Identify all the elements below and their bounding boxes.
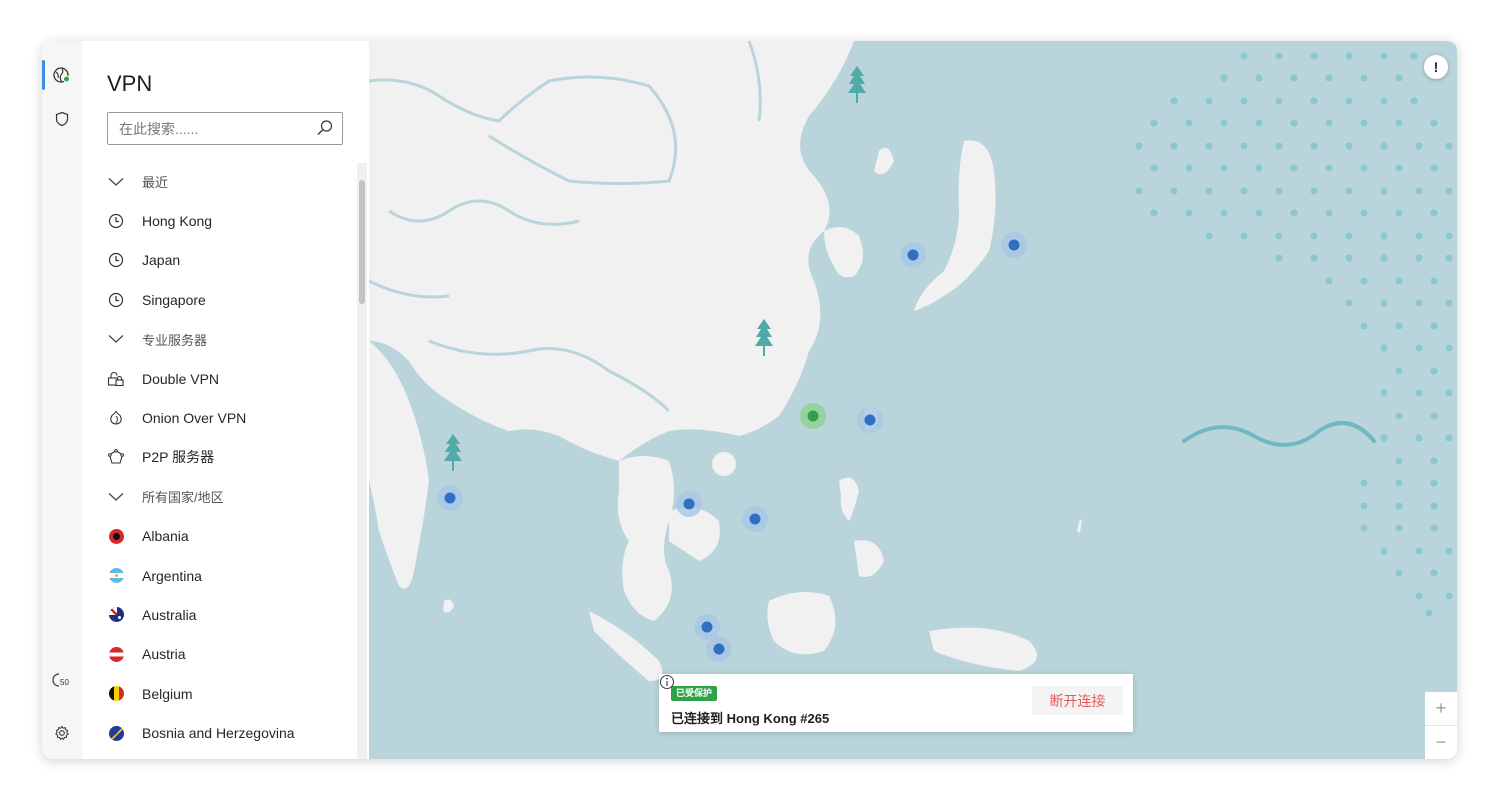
recent-item-japan[interactable]: Japan [107,241,352,280]
server-sidebar: VPN 最近 Hong Kong Japan Singa [82,41,369,759]
clock-icon [108,292,124,307]
list-item-label: Singapore [142,291,206,308]
country-item-argentina[interactable]: Argentina [107,556,352,595]
search-input[interactable] [117,119,311,138]
country-item-australia[interactable]: Australia [107,595,352,634]
threat-protection-nav-button[interactable] [42,102,82,136]
protected-badge: 已受保护 [671,686,718,701]
scrollbar-thumb[interactable] [359,180,365,304]
australia-flag-icon [108,607,124,623]
map-canvas[interactable] [369,41,1457,759]
page-title: VPN [107,71,153,96]
chevron-down-icon [108,335,124,344]
globe-vpn-icon [53,67,70,83]
search-icon[interactable] [316,119,334,137]
search-box [107,112,343,145]
server-map[interactable]: ! 已受保护 已连接到 Hong Kong #265 断开连接 + − [369,41,1457,759]
list-item-label: Onion Over VPN [142,410,247,427]
connection-status-card: 已受保护 已连接到 Hong Kong #265 断开连接 [659,674,1133,732]
wave-decoration [1182,421,1376,447]
section-countries-toggle[interactable]: 所有国家/地区 [107,477,352,516]
belgium-flag-icon [108,686,124,702]
list-item-label: Argentina [142,567,202,584]
country-item-austria[interactable]: Austria [107,635,352,674]
country-item-bosnia[interactable]: Bosnia and Herzegovina [107,713,352,752]
section-specialty-toggle[interactable]: 专业服务器 [107,320,352,359]
section-label: 专业服务器 [142,332,208,348]
connected-server-text: 已连接到 Hong Kong #265 [671,711,830,726]
list-item-label: P2P 服务器 [142,449,215,466]
clock-icon [108,253,124,268]
list-item-label: Belgium [142,685,193,702]
albania-flag-icon [108,528,124,544]
server-pin-connected[interactable] [800,403,826,429]
list-item-label: Albania [142,528,189,545]
country-item-belgium[interactable]: Belgium [107,674,352,713]
meshnet-nav-button[interactable]: 50 [42,663,82,697]
chevron-down-icon [108,177,124,186]
list-item-label: Double VPN [142,370,220,387]
specialty-item-p2p[interactable]: P2P 服务器 [107,438,352,477]
recent-item-hong-kong[interactable]: Hong Kong [107,201,352,240]
argentina-flag-icon [108,568,124,584]
ocean-dot-pattern [1135,52,1453,617]
recent-item-singapore[interactable]: Singapore [107,280,352,319]
section-recent-toggle[interactable]: 最近 [107,162,352,201]
list-item-label: Australia [142,606,197,623]
austria-flag-icon [108,646,124,662]
specialty-item-onion[interactable]: Onion Over VPN [107,398,352,437]
bosnia-flag-icon [108,725,124,741]
p2p-icon [108,449,124,464]
server-pin[interactable] [437,485,463,511]
zoom-in-button[interactable]: + [1425,692,1457,726]
alert-button[interactable]: ! [1424,55,1448,79]
svg-text:50: 50 [60,678,69,687]
app-window: 50 VPN 最近 Hong Kong [42,41,1457,759]
list-item-label: Austria [142,646,186,663]
land-masses [369,41,1082,726]
vpn-nav-button[interactable] [42,58,82,92]
double-lock-icon [107,371,124,386]
list-item-label: Hong Kong [142,213,213,230]
sidebar-scrollbar[interactable] [357,163,367,759]
chevron-down-icon [108,492,124,501]
server-pin[interactable] [694,614,720,640]
meshnet-icon: 50 [52,673,69,687]
settings-nav-button[interactable] [42,716,82,750]
list-item-label: Japan [142,252,181,269]
zoom-out-button[interactable]: − [1425,726,1457,759]
server-pin[interactable] [706,636,732,662]
settings-icon [55,725,69,741]
nav-rail: 50 [42,41,83,759]
server-pin[interactable] [676,491,702,517]
onion-icon [110,410,122,425]
server-pin[interactable] [857,407,883,433]
server-pin[interactable] [1001,232,1027,258]
info-icon[interactable] [659,674,675,690]
section-label: 最近 [142,175,169,191]
country-item-albania[interactable]: Albania [107,517,352,556]
server-list: 最近 Hong Kong Japan Singapore 专业服务器 Doubl… [107,162,352,753]
clock-icon [108,213,124,229]
disconnect-button[interactable]: 断开连接 [1032,686,1123,715]
server-pin[interactable] [900,242,926,268]
server-pin[interactable] [742,506,768,532]
list-item-label: Bosnia and Herzegovina [142,725,295,742]
specialty-item-double-vpn[interactable]: Double VPN [107,359,352,398]
shield-icon [55,111,69,127]
section-label: 所有国家/地区 [142,490,224,506]
